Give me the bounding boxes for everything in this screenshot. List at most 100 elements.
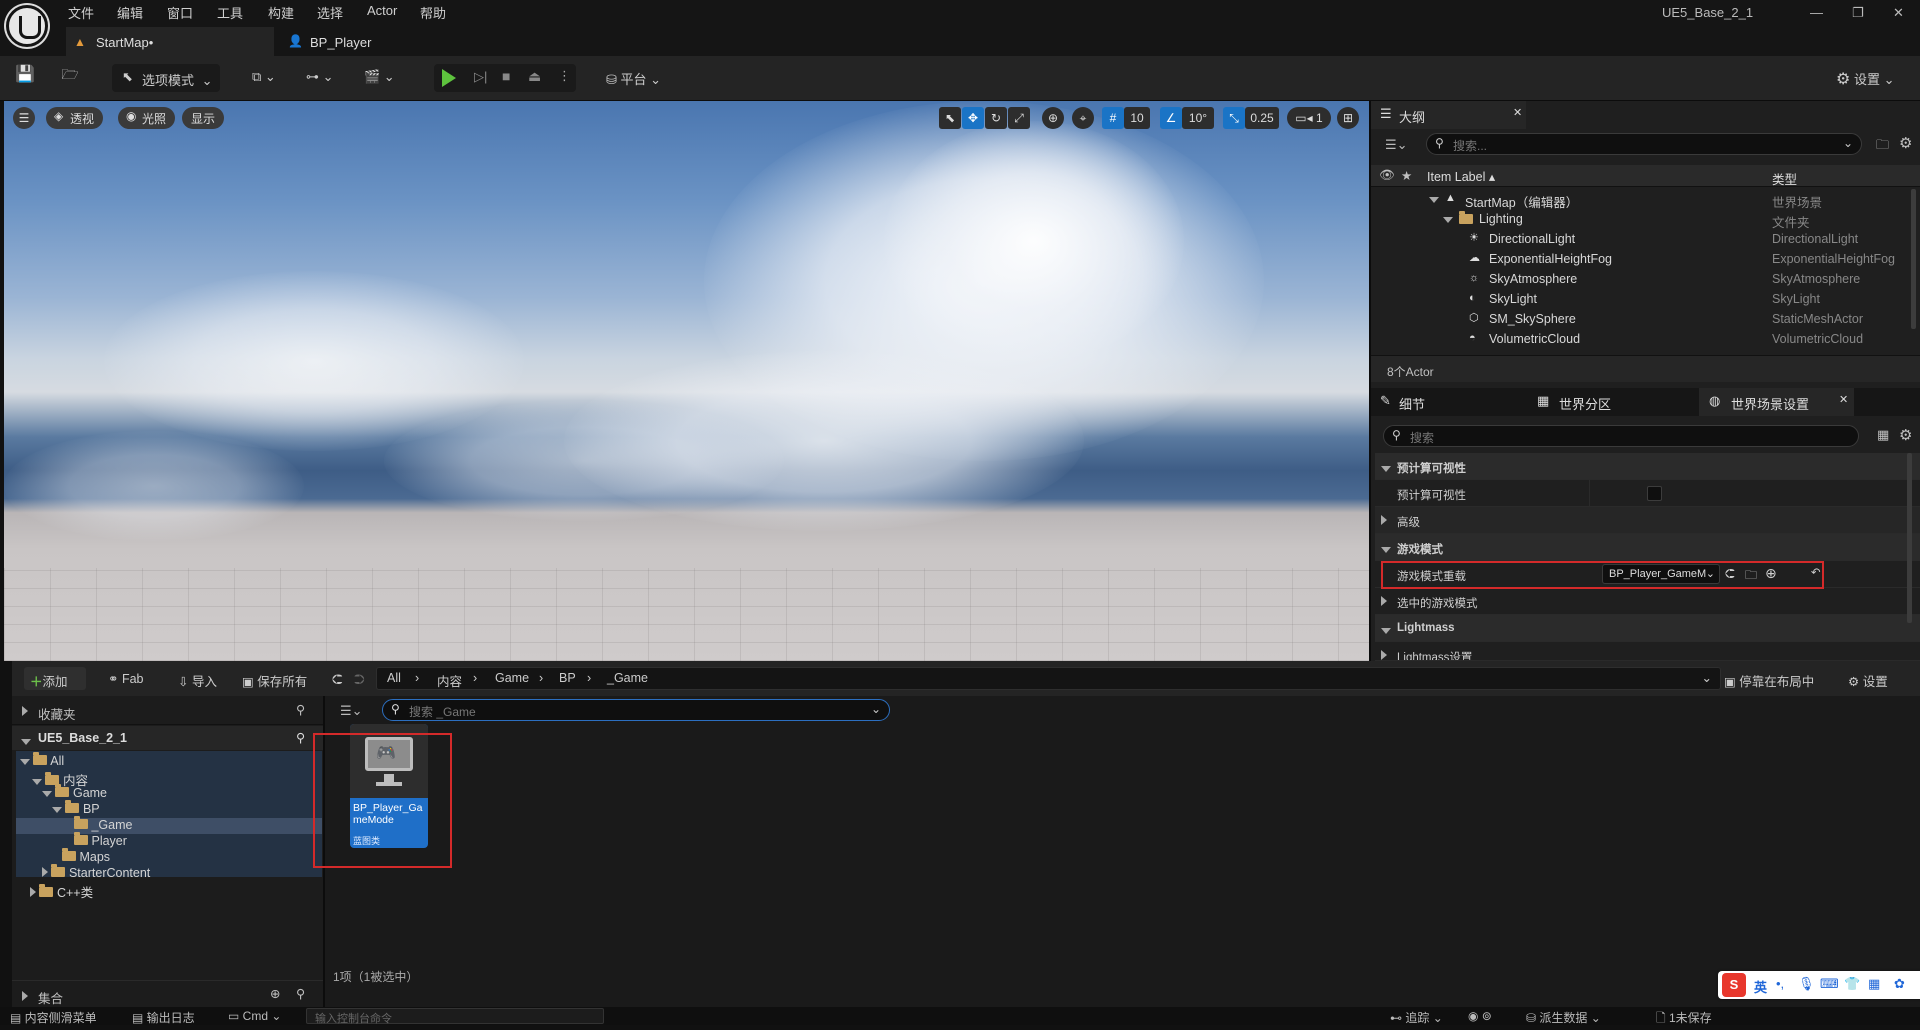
import-button[interactable]: ⇩ 导入: [178, 667, 228, 690]
rotate-snap-icon[interactable]: ∠: [1160, 107, 1182, 129]
outliner-row[interactable]: ⬡ SM_SkySphere StaticMeshActor: [1371, 309, 1920, 329]
eject-icon[interactable]: ⏏: [528, 68, 541, 85]
pin-star-icon[interactable]: ★: [1401, 168, 1412, 183]
menu-file[interactable]: 文件: [68, 3, 94, 22]
breadcrumb-item[interactable]: All: [387, 671, 401, 685]
section-lightmass-settings[interactable]: Lightmass设置: [1375, 642, 1920, 661]
tree-item-starter-content[interactable]: StarterContent: [42, 864, 342, 882]
details-scrollbar[interactable]: [1907, 453, 1912, 623]
breadcrumb-item[interactable]: _Game: [607, 671, 648, 685]
section-selected-game-mode[interactable]: 选中的游戏模式: [1375, 588, 1920, 615]
output-log-button[interactable]: ▤ 输出日志: [132, 1009, 195, 1026]
filter-icon[interactable]: ☰⌄: [340, 703, 363, 719]
chevron-down-icon[interactable]: ⌄: [1702, 670, 1712, 685]
toolbox-icon[interactable]: ▦: [1868, 976, 1880, 992]
outliner-row[interactable]: ☀ DirectionalLight DirectionalLight: [1371, 229, 1920, 249]
play-button[interactable]: [434, 64, 468, 92]
select-tool-icon[interactable]: ⬉: [939, 107, 961, 129]
gear-icon[interactable]: ⚙: [1899, 426, 1912, 444]
collections-header[interactable]: 集合 ⊕ ⚲: [12, 980, 323, 1007]
fab-button[interactable]: ⚭ Fab: [108, 667, 160, 690]
section-lightmass[interactable]: Lightmass: [1375, 615, 1920, 642]
outliner-row[interactable]: ◐ SkyLight SkyLight: [1371, 289, 1920, 309]
surface-snap-icon[interactable]: ⌖: [1072, 107, 1094, 129]
breadcrumb-item[interactable]: BP: [559, 671, 576, 685]
outliner-row[interactable]: ▲ StartMap（编辑器） 世界场景: [1371, 189, 1920, 210]
tab-world-settings[interactable]: ◍ 世界场景设置 ✕: [1699, 388, 1854, 416]
camera-speed-button[interactable]: ▭◂ 1: [1287, 107, 1331, 129]
scale-snap-icon[interactable]: ⤡: [1223, 107, 1245, 129]
menu-actor[interactable]: Actor: [367, 3, 397, 18]
cb-settings-button[interactable]: ⚙ 设置: [1848, 667, 1912, 690]
tab-world-partition[interactable]: ▦ 世界分区: [1529, 388, 1689, 416]
search-icon[interactable]: ⚲: [296, 730, 305, 745]
microphone-icon[interactable]: 🎙: [1798, 976, 1815, 992]
blueprints-icon[interactable]: ⊶ ⌄: [306, 64, 346, 92]
tab-details[interactable]: ✎ 细节: [1371, 388, 1529, 416]
perspective-button[interactable]: ◈ 透视: [46, 107, 104, 129]
outliner-row[interactable]: ☼ SkyAtmosphere SkyAtmosphere: [1371, 269, 1920, 289]
unreal-logo-icon[interactable]: [6, 5, 48, 47]
ime-language[interactable]: 英: [1754, 977, 1767, 996]
close-icon[interactable]: ✕: [1513, 106, 1522, 119]
section-advanced[interactable]: 高级: [1375, 507, 1920, 534]
details-search-input[interactable]: ⚲ 搜索: [1383, 425, 1859, 447]
outliner-tab[interactable]: ☰ 大纲 ✕: [1371, 101, 1526, 129]
punctuation-icon[interactable]: •,: [1776, 976, 1784, 991]
search-icon[interactable]: ⚲: [296, 986, 305, 1001]
viewport-menu-button[interactable]: ☰: [13, 107, 35, 129]
tab-startmap[interactable]: ▲ StartMap•: [66, 27, 274, 56]
derived-data-button[interactable]: ⛁ 派生数据 ⌄: [1526, 1009, 1601, 1026]
save-all-button[interactable]: ▣ 保存所有: [242, 667, 318, 690]
trace-button[interactable]: ⊷ 追踪 ⌄: [1390, 1009, 1443, 1026]
add-plus-icon[interactable]: ⊕: [270, 986, 280, 1001]
restore-button[interactable]: ❐: [1852, 5, 1864, 21]
col-type[interactable]: 类型: [1772, 169, 1797, 188]
ime-settings-icon[interactable]: ✿: [1894, 976, 1905, 992]
cmd-dropdown[interactable]: ▭ Cmd ⌄: [228, 1009, 281, 1023]
mode-selector[interactable]: ⬉ 选项模式 ⌄: [112, 64, 220, 92]
outliner-row[interactable]: ☁ ExponentialHeightFog ExponentialHeight…: [1371, 249, 1920, 269]
visibility-checkbox[interactable]: [1647, 486, 1662, 501]
translate-tool-icon[interactable]: ✥: [962, 107, 984, 129]
filter-icon[interactable]: ☰⌄: [1385, 137, 1408, 153]
add-button[interactable]: ＋添加: [24, 667, 86, 690]
menu-edit[interactable]: 编辑: [117, 3, 143, 22]
tree-item-content[interactable]: 内容: [32, 770, 332, 788]
lighting-button[interactable]: ◉ 光照: [118, 107, 176, 129]
scale-snap-value[interactable]: 0.25: [1245, 107, 1279, 129]
section-game-mode[interactable]: 游戏模式: [1375, 534, 1920, 561]
show-button[interactable]: 显示: [182, 107, 225, 129]
settings-button[interactable]: ⚙ 设置 ⌄: [1836, 64, 1916, 92]
console-input[interactable]: 输入控制台命令: [306, 1008, 604, 1025]
add-folder-icon[interactable]: 🗀: [1876, 136, 1889, 158]
dock-in-layout-button[interactable]: ▣ 停靠在布局中: [1724, 667, 1832, 690]
project-header[interactable]: UE5_Base_2_1 ⚲: [12, 726, 323, 750]
asset-search-input[interactable]: ⚲ 搜索 _Game ⌄: [382, 699, 890, 721]
maximize-viewport-icon[interactable]: ⊞: [1337, 107, 1359, 129]
gear-icon[interactable]: ⚙: [1899, 134, 1912, 152]
tab-bp-player[interactable]: 👤 BP_Player: [280, 27, 400, 56]
browse-icon[interactable]: 🗁: [58, 64, 82, 92]
search-icon[interactable]: ⚲: [296, 702, 305, 717]
platform-menu[interactable]: ⛁ 平台 ⌄: [606, 64, 676, 92]
minimize-button[interactable]: —: [1810, 5, 1823, 20]
visibility-eye-icon[interactable]: 👁: [1379, 168, 1395, 183]
keyboard-icon[interactable]: ⌨: [1820, 976, 1839, 992]
outliner-row[interactable]: Lighting 文件夹: [1371, 209, 1920, 230]
tree-item-bp[interactable]: BP: [52, 800, 352, 818]
close-window-button[interactable]: ✕: [1893, 5, 1904, 21]
menu-window[interactable]: 窗口: [167, 3, 193, 22]
favorites-header[interactable]: 收藏夹 ⚲: [12, 696, 323, 725]
stop-icon[interactable]: ■: [502, 68, 510, 84]
add-content-icon[interactable]: ⧉ ⌄: [252, 64, 292, 92]
breadcrumb-item[interactable]: 内容: [437, 671, 462, 690]
unsaved-button[interactable]: 🗋 1未保存: [1656, 1009, 1712, 1030]
section-precomputed-visibility[interactable]: 预计算可视性: [1375, 453, 1920, 480]
sogou-logo-icon[interactable]: S: [1722, 973, 1746, 997]
menu-build[interactable]: 构建: [268, 3, 294, 22]
forward-arrow-icon[interactable]: ⮊: [354, 667, 365, 690]
cinematics-icon[interactable]: 🎬 ⌄: [364, 64, 404, 92]
rotate-tool-icon[interactable]: ↻: [985, 107, 1007, 129]
save-icon[interactable]: 💾: [14, 64, 36, 92]
